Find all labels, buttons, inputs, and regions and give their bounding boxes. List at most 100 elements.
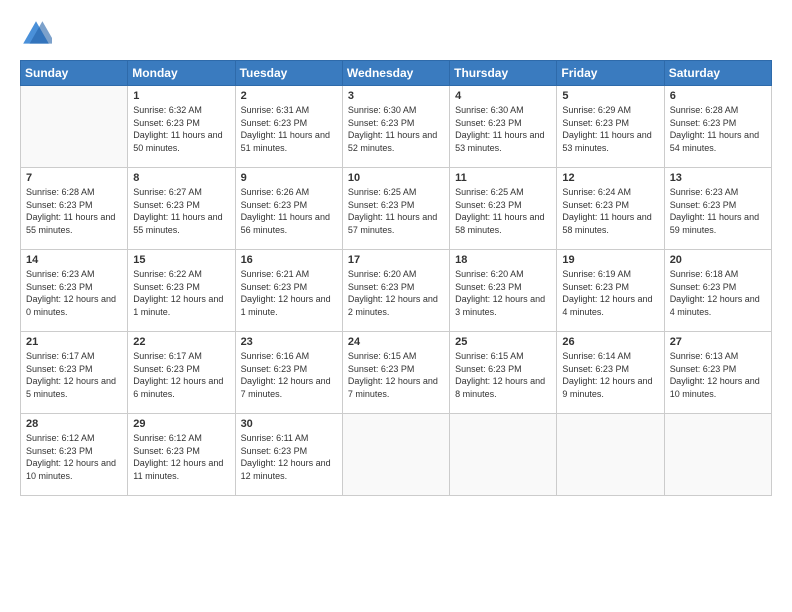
header-cell-wednesday: Wednesday [342,61,449,86]
day-cell: 12 Sunrise: 6:24 AMSunset: 6:23 PMDayligh… [557,168,664,250]
day-number: 9 [241,172,337,184]
day-cell: 16 Sunrise: 6:21 AMSunset: 6:23 PMDayligh… [235,250,342,332]
day-info: Sunrise: 6:31 AMSunset: 6:23 PMDaylight:… [241,104,337,154]
day-number: 18 [455,254,551,266]
day-number: 25 [455,336,551,348]
day-cell: 15 Sunrise: 6:22 AMSunset: 6:23 PMDayligh… [128,250,235,332]
day-cell: 26 Sunrise: 6:14 AMSunset: 6:23 PMDayligh… [557,332,664,414]
day-cell: 24Sunrise: 6:15 AMSunset: 6:23 PMDayligh… [342,332,449,414]
day-info: Sunrise: 6:11 AMSunset: 6:23 PMDaylight:… [241,432,337,482]
day-info: Sunrise: 6:14 AMSunset: 6:23 PMDaylight:… [562,350,658,400]
day-info: Sunrise: 6:24 AMSunset: 6:23 PMDaylight:… [562,186,658,236]
day-number: 17 [348,254,444,266]
calendar-header: SundayMondayTuesdayWednesdayThursdayFrid… [21,61,772,86]
day-cell [342,414,449,496]
day-cell [557,414,664,496]
day-cell: 28 Sunrise: 6:12 AMSunset: 6:23 PMDayligh… [21,414,128,496]
day-number: 27 [670,336,766,348]
header-row: SundayMondayTuesdayWednesdayThursdayFrid… [21,61,772,86]
day-number: 6 [670,90,766,102]
day-cell: 20 Sunrise: 6:18 AMSunset: 6:23 PMDayligh… [664,250,771,332]
day-number: 20 [670,254,766,266]
calendar-body: 1 Sunrise: 6:32 AMSunset: 6:23 PMDaylight… [21,86,772,496]
day-cell [664,414,771,496]
day-cell: 8 Sunrise: 6:27 AMSunset: 6:23 PMDaylight… [128,168,235,250]
day-info: Sunrise: 6:25 AMSunset: 6:23 PMDaylight:… [348,186,444,236]
day-info: Sunrise: 6:20 AMSunset: 6:23 PMDaylight:… [348,268,444,318]
day-cell: 11 Sunrise: 6:25 AMSunset: 6:23 PMDayligh… [450,168,557,250]
day-cell: 29Sunrise: 6:12 AMSunset: 6:23 PMDayligh… [128,414,235,496]
week-row-4: 28 Sunrise: 6:12 AMSunset: 6:23 PMDayligh… [21,414,772,496]
day-cell: 23Sunrise: 6:16 AMSunset: 6:23 PMDayligh… [235,332,342,414]
day-info: Sunrise: 6:12 AMSunset: 6:23 PMDaylight:… [133,432,229,482]
day-cell: 30Sunrise: 6:11 AMSunset: 6:23 PMDayligh… [235,414,342,496]
day-info: Sunrise: 6:22 AMSunset: 6:23 PMDaylight:… [133,268,229,318]
day-info: Sunrise: 6:21 AMSunset: 6:23 PMDaylight:… [241,268,337,318]
day-number: 10 [348,172,444,184]
day-info: Sunrise: 6:12 AMSunset: 6:23 PMDaylight:… [26,432,122,482]
day-cell: 19 Sunrise: 6:19 AMSunset: 6:23 PMDayligh… [557,250,664,332]
day-info: Sunrise: 6:28 AMSunset: 6:23 PMDaylight:… [26,186,122,236]
day-number: 7 [26,172,122,184]
week-row-0: 1 Sunrise: 6:32 AMSunset: 6:23 PMDaylight… [21,86,772,168]
day-cell: 6 Sunrise: 6:28 AMSunset: 6:23 PMDaylight… [664,86,771,168]
week-row-2: 14Sunrise: 6:23 AMSunset: 6:23 PMDayligh… [21,250,772,332]
header-cell-sunday: Sunday [21,61,128,86]
header-cell-tuesday: Tuesday [235,61,342,86]
day-info: Sunrise: 6:16 AMSunset: 6:23 PMDaylight:… [241,350,337,400]
page: SundayMondayTuesdayWednesdayThursdayFrid… [0,0,792,612]
header-cell-monday: Monday [128,61,235,86]
logo [20,18,56,50]
day-info: Sunrise: 6:23 AMSunset: 6:23 PMDaylight:… [26,268,122,318]
week-row-3: 21Sunrise: 6:17 AMSunset: 6:23 PMDayligh… [21,332,772,414]
day-number: 26 [562,336,658,348]
day-number: 13 [670,172,766,184]
day-info: Sunrise: 6:25 AMSunset: 6:23 PMDaylight:… [455,186,551,236]
day-number: 8 [133,172,229,184]
day-number: 11 [455,172,551,184]
day-info: Sunrise: 6:30 AMSunset: 6:23 PMDaylight:… [348,104,444,154]
day-cell: 13 Sunrise: 6:23 AMSunset: 6:23 PMDayligh… [664,168,771,250]
week-row-1: 7 Sunrise: 6:28 AMSunset: 6:23 PMDaylight… [21,168,772,250]
day-number: 1 [133,90,229,102]
day-info: Sunrise: 6:27 AMSunset: 6:23 PMDaylight:… [133,186,229,236]
day-cell: 18 Sunrise: 6:20 AMSunset: 6:23 PMDayligh… [450,250,557,332]
day-cell: 5 Sunrise: 6:29 AMSunset: 6:23 PMDaylight… [557,86,664,168]
day-info: Sunrise: 6:13 AMSunset: 6:23 PMDaylight:… [670,350,766,400]
day-cell: 21Sunrise: 6:17 AMSunset: 6:23 PMDayligh… [21,332,128,414]
day-number: 16 [241,254,337,266]
day-cell: 10 Sunrise: 6:25 AMSunset: 6:23 PMDayligh… [342,168,449,250]
day-number: 22 [133,336,229,348]
calendar: SundayMondayTuesdayWednesdayThursdayFrid… [20,60,772,496]
day-info: Sunrise: 6:28 AMSunset: 6:23 PMDaylight:… [670,104,766,154]
day-info: Sunrise: 6:23 AMSunset: 6:23 PMDaylight:… [670,186,766,236]
day-cell: 17 Sunrise: 6:20 AMSunset: 6:23 PMDayligh… [342,250,449,332]
day-cell: 14Sunrise: 6:23 AMSunset: 6:23 PMDayligh… [21,250,128,332]
day-info: Sunrise: 6:15 AMSunset: 6:23 PMDaylight:… [455,350,551,400]
day-cell: 3Sunrise: 6:30 AMSunset: 6:23 PMDaylight… [342,86,449,168]
day-cell: 1 Sunrise: 6:32 AMSunset: 6:23 PMDaylight… [128,86,235,168]
day-cell: 22 Sunrise: 6:17 AMSunset: 6:23 PMDayligh… [128,332,235,414]
day-number: 4 [455,90,551,102]
day-number: 5 [562,90,658,102]
logo-icon [20,18,52,50]
day-number: 15 [133,254,229,266]
day-info: Sunrise: 6:30 AMSunset: 6:23 PMDaylight:… [455,104,551,154]
day-info: Sunrise: 6:20 AMSunset: 6:23 PMDaylight:… [455,268,551,318]
day-cell: 2 Sunrise: 6:31 AMSunset: 6:23 PMDaylight… [235,86,342,168]
day-number: 28 [26,418,122,430]
day-info: Sunrise: 6:17 AMSunset: 6:23 PMDaylight:… [26,350,122,400]
day-info: Sunrise: 6:19 AMSunset: 6:23 PMDaylight:… [562,268,658,318]
day-info: Sunrise: 6:26 AMSunset: 6:23 PMDaylight:… [241,186,337,236]
day-info: Sunrise: 6:29 AMSunset: 6:23 PMDaylight:… [562,104,658,154]
day-cell: 7 Sunrise: 6:28 AMSunset: 6:23 PMDaylight… [21,168,128,250]
day-number: 19 [562,254,658,266]
day-number: 24 [348,336,444,348]
day-cell: 9 Sunrise: 6:26 AMSunset: 6:23 PMDaylight… [235,168,342,250]
day-cell [450,414,557,496]
day-number: 12 [562,172,658,184]
day-number: 2 [241,90,337,102]
day-info: Sunrise: 6:18 AMSunset: 6:23 PMDaylight:… [670,268,766,318]
day-info: Sunrise: 6:17 AMSunset: 6:23 PMDaylight:… [133,350,229,400]
day-info: Sunrise: 6:32 AMSunset: 6:23 PMDaylight:… [133,104,229,154]
